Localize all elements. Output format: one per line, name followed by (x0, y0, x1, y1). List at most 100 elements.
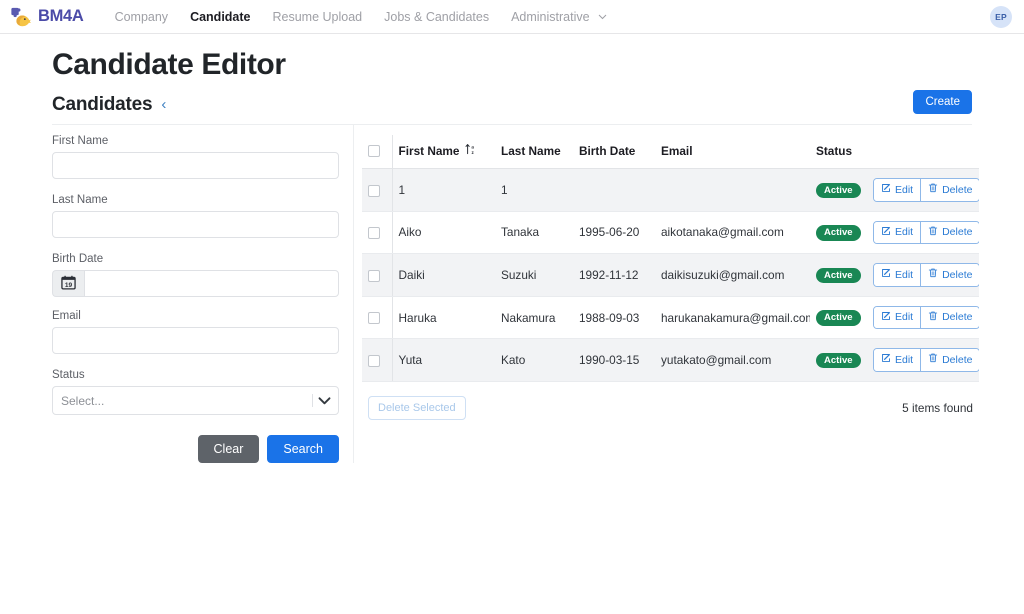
header-email[interactable]: Email (655, 135, 810, 169)
email-input[interactable] (52, 327, 339, 354)
last-name-label: Last Name (52, 194, 108, 206)
trash-icon (928, 226, 938, 240)
chevron-down-icon (598, 0, 607, 34)
form-actions: Clear Search (52, 435, 339, 463)
nav-link-jobs-and-candidates[interactable]: Jobs & Candidates (373, 0, 500, 34)
delete-button[interactable]: Delete (920, 349, 979, 371)
cell-first-name: Haruka (392, 296, 495, 340)
nav-link-jobs-and-candidates-label: Jobs & Candidates (384, 9, 490, 24)
sort-icon[interactable]: a z (465, 143, 476, 158)
nav-link-company[interactable]: Company (104, 0, 180, 34)
row-action-group: Edit Delete (873, 348, 979, 372)
trash-icon (928, 311, 938, 325)
row-checkbox[interactable] (368, 269, 380, 282)
birth-date-field-group: Birth Date 19 (52, 253, 339, 297)
edit-button[interactable]: Edit (874, 221, 921, 244)
header-birth-date[interactable]: Birth Date (573, 135, 655, 169)
create-button[interactable]: Create (913, 90, 972, 114)
table-header-row: First Name a z Last Name Birth Date Emai… (362, 135, 979, 169)
nav-link-company-label: Company (114, 9, 169, 24)
status-badge: Active (816, 225, 861, 241)
edit-button[interactable]: Edit (874, 349, 921, 371)
table-row: Daiki Suzuki 1992-11-12 daikisuzuki@gmail.c… (362, 253, 979, 297)
cell-birth-date: 1992-11-12 (573, 253, 655, 297)
header-status[interactable]: Status (810, 135, 867, 169)
back-chevron-icon[interactable]: ‹ (161, 97, 166, 114)
delete-button[interactable]: Delete (920, 179, 979, 201)
candidates-table: First Name a z Last Name Birth Date Emai… (362, 135, 979, 382)
cell-email: harukanakamura@gmail.com (655, 296, 810, 340)
delete-button-label: Delete (942, 311, 973, 324)
cell-status: Active (810, 253, 867, 297)
row-checkbox[interactable] (368, 184, 380, 197)
row-select-cell (362, 296, 393, 340)
cell-first-name: Daiki (392, 253, 495, 297)
edit-button[interactable]: Edit (874, 179, 921, 201)
nav-link-resume-upload[interactable]: Resume Upload (262, 0, 374, 34)
cell-birth-date: 1988-09-03 (573, 296, 655, 340)
clear-button[interactable]: Clear (197, 435, 260, 463)
brand-logo-link[interactable]: BM4A (10, 6, 84, 28)
avatar-initials: EP (995, 11, 1007, 22)
cell-birth-date: 1995-06-20 (573, 211, 655, 255)
last-name-input[interactable] (52, 211, 339, 238)
cell-status: Active (810, 338, 867, 382)
table-row: 1 1 Active Edit Delete (362, 168, 979, 212)
top-navbar: BM4A Company Candidate Resume Upload Job… (0, 0, 1024, 34)
row-action-group: Edit Delete (873, 220, 979, 245)
items-found-label: 5 items found (902, 400, 973, 415)
status-badge: Active (816, 267, 861, 284)
cell-last-name: Tanaka (495, 211, 573, 255)
pencil-icon (881, 268, 891, 282)
nav-link-candidate[interactable]: Candidate (179, 0, 261, 34)
svg-text:19: 19 (65, 281, 73, 288)
edit-button-label: Edit (895, 268, 914, 281)
table-row: Haruka Nakamura 1988-09-03 harukanakamura@g… (362, 296, 979, 340)
calendar-icon: 19 (61, 275, 76, 293)
edit-button-label: Edit (895, 226, 914, 239)
svg-text:a: a (472, 144, 475, 149)
cell-email (655, 168, 810, 212)
cell-status: Active (810, 211, 867, 255)
cell-actions: Edit Delete (867, 338, 979, 382)
status-select[interactable]: Select... (52, 386, 339, 415)
edit-button[interactable]: Edit (874, 264, 921, 286)
row-action-group: Edit Delete (873, 178, 979, 202)
bird-puzzle-logo-icon (10, 6, 32, 28)
avatar[interactable]: EP (990, 5, 1012, 28)
first-name-input[interactable] (52, 152, 339, 179)
header-last-name[interactable]: Last Name (495, 135, 573, 169)
content-area: First Name Last Name Birth Date 19 Email… (52, 125, 979, 463)
status-select-wrapper: Select... (52, 386, 339, 415)
cell-birth-date: 1990-03-15 (573, 338, 655, 382)
results-panel: First Name a z Last Name Birth Date Emai… (354, 125, 979, 420)
birth-date-input[interactable] (84, 270, 339, 297)
status-label: Status (52, 369, 85, 381)
select-separator (312, 394, 313, 407)
edit-button[interactable]: Edit (874, 306, 921, 329)
pencil-icon (881, 183, 891, 197)
calendar-picker-button[interactable]: 19 (52, 270, 84, 297)
nav-link-administrative[interactable]: Administrative (500, 0, 618, 34)
search-button[interactable]: Search (267, 435, 339, 463)
cell-last-name: 1 (495, 168, 573, 212)
edit-button-label: Edit (895, 353, 914, 366)
row-checkbox[interactable] (368, 355, 380, 368)
delete-button[interactable]: Delete (920, 264, 979, 286)
status-badge: Active (816, 352, 861, 369)
select-all-header (362, 135, 393, 169)
brand-name: BM4A (38, 7, 84, 25)
row-checkbox[interactable] (368, 227, 380, 240)
cell-last-name: Suzuki (495, 253, 573, 297)
cell-status: Active (810, 168, 867, 212)
select-all-checkbox[interactable] (368, 145, 380, 158)
table-footer: Delete Selected 5 items found (362, 395, 979, 420)
delete-button[interactable]: Delete (920, 306, 979, 329)
delete-selected-button[interactable]: Delete Selected (368, 395, 466, 420)
cell-status: Active (810, 296, 867, 340)
delete-button[interactable]: Delete (920, 221, 979, 244)
row-checkbox[interactable] (368, 312, 380, 325)
header-first-name[interactable]: First Name a z (392, 135, 495, 169)
row-action-group: Edit Delete (873, 305, 979, 330)
nav-link-resume-upload-label: Resume Upload (272, 9, 363, 24)
